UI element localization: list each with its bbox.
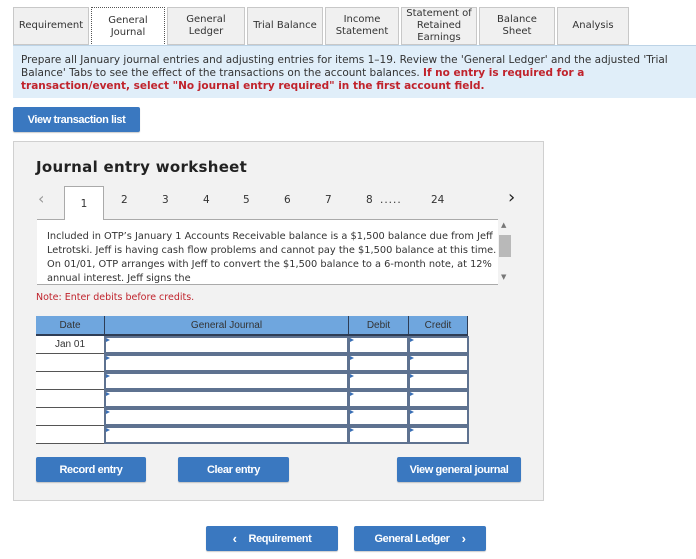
tab-analysis[interactable]: Analysis (557, 7, 629, 45)
debit-input[interactable] (348, 390, 409, 408)
tab-income-statement[interactable]: Income Statement (325, 7, 399, 45)
account-input[interactable] (104, 336, 349, 354)
worksheet-title: Journal entry worksheet (36, 158, 248, 176)
scroll-down-icon[interactable]: ▼ (501, 273, 506, 281)
scroll-up-icon[interactable]: ▲ (501, 221, 506, 229)
journal-entry-worksheet: Journal entry worksheet ‹ 1 2 3 4 5 6 7 … (13, 141, 544, 501)
tab-label: Trial Balance (253, 20, 317, 31)
page-ellipsis: ..... (380, 194, 402, 206)
account-input[interactable] (104, 408, 349, 426)
chevron-left-icon: ‹ (232, 531, 237, 546)
date-cell: Jan 01 (36, 336, 104, 354)
tab-general-journal[interactable]: General Journal (91, 7, 165, 46)
prev-requirement-button[interactable]: ‹ Requirement (206, 526, 338, 551)
chevron-left-icon[interactable]: ‹ (38, 189, 44, 208)
tab-trial-balance[interactable]: Trial Balance (247, 7, 323, 45)
tab-general-ledger[interactable]: General Ledger (167, 7, 245, 45)
entry-pager: ‹ 1 2 3 4 5 6 7 8 ..... 24 › (14, 186, 545, 220)
tab-label: Analysis (572, 20, 614, 31)
header-date: Date (36, 316, 104, 336)
header-credit: Credit (408, 316, 468, 336)
scrollbar-thumb[interactable] (499, 235, 511, 257)
tab-label: Statement of Retained Earnings (406, 8, 472, 43)
debit-input[interactable] (348, 372, 409, 390)
debit-input[interactable] (348, 408, 409, 426)
account-input[interactable] (104, 354, 349, 372)
next-general-ledger-button[interactable]: General Ledger › (354, 526, 486, 551)
description-scrollbar[interactable]: ▲ ▼ (498, 219, 512, 285)
tab-label: Requirement (18, 20, 84, 31)
tab-label: Income Statement (335, 14, 389, 37)
tab-bar: Requirement General Journal General Ledg… (13, 7, 631, 46)
page-1[interactable]: 1 (64, 186, 104, 220)
transaction-description: Included in OTP’s January 1 Accounts Rec… (37, 219, 512, 285)
page-8[interactable]: 8 (366, 194, 373, 206)
tab-statement-of-retained-earnings[interactable]: Statement of Retained Earnings (401, 7, 477, 45)
page-7[interactable]: 7 (325, 194, 332, 206)
header-general-journal: General Journal (104, 316, 348, 336)
debit-input[interactable] (348, 426, 409, 444)
tab-label: Balance Sheet (497, 14, 537, 37)
clear-entry-button[interactable]: Clear entry (178, 457, 289, 482)
chevron-right-icon[interactable]: › (508, 187, 515, 208)
date-cell (36, 426, 104, 444)
record-entry-button[interactable]: Record entry (36, 457, 146, 482)
account-input[interactable] (104, 426, 349, 444)
credit-input[interactable] (408, 390, 469, 408)
view-general-journal-button[interactable]: View general journal (397, 457, 521, 482)
credit-input[interactable] (408, 336, 469, 354)
tab-label: General Journal (108, 15, 148, 38)
credit-input[interactable] (408, 426, 469, 444)
date-cell (36, 390, 104, 408)
date-cell (36, 372, 104, 390)
credit-input[interactable] (408, 408, 469, 426)
page-3[interactable]: 3 (162, 194, 169, 206)
page-6[interactable]: 6 (284, 194, 291, 206)
account-input[interactable] (104, 390, 349, 408)
credit-input[interactable] (408, 354, 469, 372)
debits-note: Note: Enter debits before credits. (36, 292, 195, 303)
account-input[interactable] (104, 372, 349, 390)
page-4[interactable]: 4 (203, 194, 210, 206)
debit-input[interactable] (348, 336, 409, 354)
view-transaction-list-button[interactable]: View transaction list (13, 107, 140, 132)
chevron-right-icon: › (461, 531, 466, 546)
header-debit: Debit (348, 316, 408, 336)
page-2[interactable]: 2 (121, 194, 128, 206)
instructions-box: Prepare all January journal entries and … (13, 45, 696, 98)
credit-input[interactable] (408, 372, 469, 390)
debit-input[interactable] (348, 354, 409, 372)
date-cell (36, 354, 104, 372)
page-24[interactable]: 24 (431, 194, 444, 206)
tab-balance-sheet[interactable]: Balance Sheet (479, 7, 555, 45)
tab-requirement[interactable]: Requirement (13, 7, 89, 45)
prev-button-label: Requirement (248, 532, 312, 545)
page-5[interactable]: 5 (243, 194, 250, 206)
tab-label: General Ledger (186, 14, 226, 37)
date-cell (36, 408, 104, 426)
next-button-label: General Ledger (374, 532, 450, 545)
